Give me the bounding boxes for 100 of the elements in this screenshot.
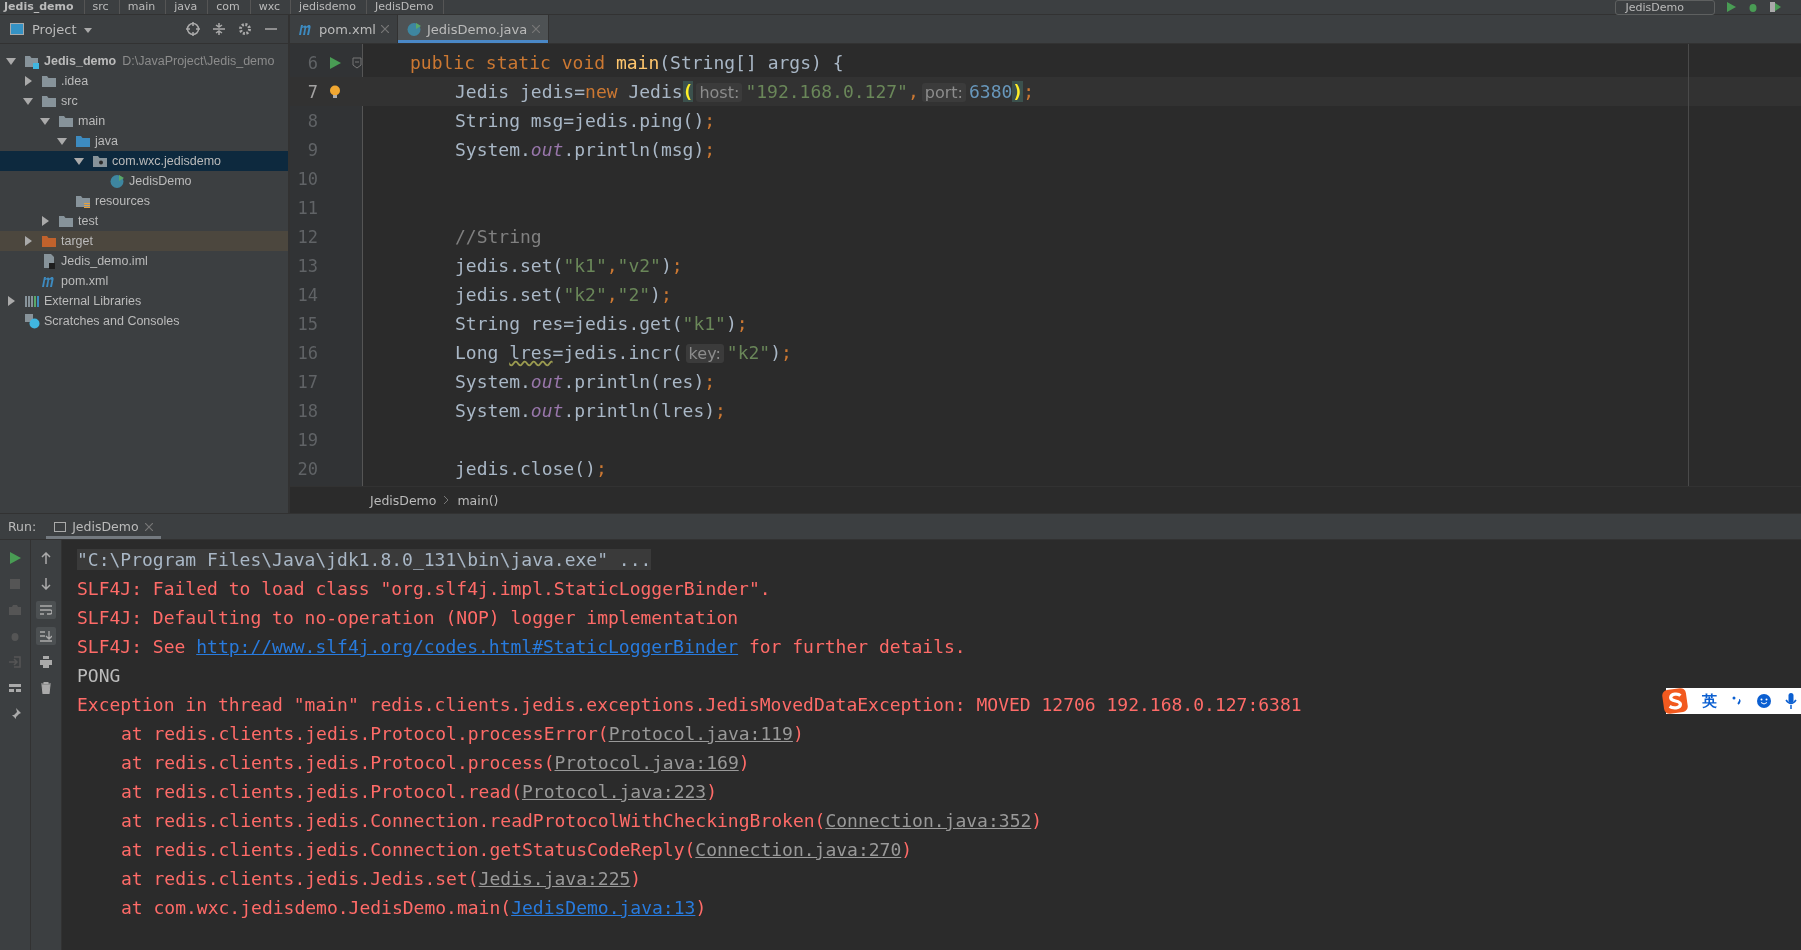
breadcrumb-item[interactable]: JedisDemo: [370, 0, 445, 14]
breadcrumb-item[interactable]: JedisDemo: [370, 492, 437, 508]
folder-icon: [75, 133, 91, 149]
console-line: at redis.clients.jedis.Connection.getStatusCodeReply(Connection.java:270): [120, 838, 913, 862]
console-link[interactable]: Protocol.java:119: [608, 723, 793, 744]
tree-item[interactable]: JedisDemo: [0, 171, 288, 191]
layout-icon[interactable]: [9, 682, 21, 694]
module-icon: [24, 53, 40, 69]
print-icon[interactable]: [40, 656, 52, 668]
project-view-dropdown[interactable]: Project: [32, 21, 93, 37]
breadcrumb-item[interactable]: main: [123, 0, 167, 14]
breadcrumb-item[interactable]: src: [88, 0, 120, 14]
folder-icon: [41, 93, 57, 109]
breadcrumb-item[interactable]: java: [170, 0, 209, 14]
tree-item-label: target: [61, 234, 93, 248]
fold-marker-icon[interactable]: [352, 57, 362, 69]
code-line: String res=jedis.get("k1");: [455, 313, 748, 334]
trash-icon[interactable]: [40, 682, 52, 694]
code-line: jedis.set("k1","v2");: [455, 255, 683, 276]
close-icon[interactable]: [381, 25, 389, 33]
libraries-icon: [24, 293, 40, 309]
run-icon[interactable]: [1725, 1, 1737, 13]
run-icon[interactable]: [329, 56, 341, 69]
console-line: at redis.clients.jedis.Connection.readProtocolWithCheckingBroken(Connection.java:352): [120, 809, 1043, 833]
folder-icon: [58, 213, 74, 229]
tree-item-label: pom.xml: [61, 274, 109, 288]
ime-mode-label[interactable]: 英: [1702, 691, 1717, 711]
emoji-icon[interactable]: [1757, 694, 1771, 708]
file-icon: [41, 253, 57, 269]
console-line: at redis.clients.jedis.Jedis.set(Jedis.java:225): [120, 867, 642, 891]
console-link[interactable]: Jedis.java:225: [478, 868, 631, 889]
breadcrumb-item[interactable]: com: [212, 0, 251, 14]
class-icon: [406, 21, 422, 37]
code-line: jedis.set("k2","2");: [455, 284, 672, 305]
tree-item[interactable]: Jedis_demo.iml: [0, 251, 288, 271]
console-link[interactable]: Protocol.java:169: [554, 752, 739, 773]
collapse-icon[interactable]: [212, 22, 226, 36]
code-line: jedis.close();: [455, 458, 607, 479]
class-icon: [109, 173, 125, 189]
code-line: String msg=jedis.ping();: [455, 110, 716, 131]
microphone-icon[interactable]: [1785, 693, 1797, 709]
tree-item[interactable]: com.wxc.jedisdemo: [0, 151, 288, 171]
tree-item[interactable]: pom.xml: [0, 271, 288, 291]
tree-item[interactable]: target: [0, 231, 288, 251]
tree-item[interactable]: src: [0, 91, 288, 111]
breadcrumb-item[interactable]: Jedis_demo: [0, 0, 85, 14]
settings-icon[interactable]: [238, 22, 252, 36]
console-link[interactable]: JedisDemo.java:13: [511, 897, 696, 918]
coverage-icon[interactable]: [1769, 1, 1781, 13]
caret-icon: [84, 27, 93, 33]
console-link[interactable]: Protocol.java:223: [521, 781, 707, 802]
punctuation-icon[interactable]: [1731, 695, 1743, 707]
arrow-up-icon[interactable]: [40, 552, 52, 564]
console-link[interactable]: http://www.slf4j.org/codes.html#StaticLoggerBinder: [196, 636, 739, 657]
console-line: at redis.clients.jedis.Protocol.processError(Protocol.java:119): [120, 722, 804, 746]
tree-item[interactable]: Scratches and Consoles: [0, 311, 288, 331]
console-line: SLF4J: Failed to load class "org.slf4j.impl.StaticLoggerBinder".: [77, 577, 771, 601]
console-line: at redis.clients.jedis.Protocol.read(Protocol.java:223): [120, 780, 718, 804]
code-line: System.out.println(lres);: [455, 400, 726, 421]
soft-wrap-toggle[interactable]: [36, 601, 56, 619]
tree-item[interactable]: Jedis_demo D:\JavaProject\Jedis_demo: [0, 51, 288, 71]
panel-icon: [10, 23, 24, 35]
tree-item[interactable]: resources: [0, 191, 288, 211]
run-tab[interactable]: JedisDemo: [46, 514, 161, 539]
close-icon[interactable]: [144, 522, 153, 531]
locate-icon[interactable]: [186, 22, 200, 36]
console-line: Exception in thread "main" redis.clients.jedis.exceptions.JedisMovedDataException: MOVED 12706 192.168.0.127:6381: [77, 693, 1302, 717]
rerun-icon[interactable]: [9, 552, 21, 564]
breadcrumb-item[interactable]: main(): [457, 492, 499, 508]
tree-item[interactable]: main: [0, 111, 288, 131]
breadcrumb-item[interactable]: jedisdemo: [295, 0, 367, 14]
console-link[interactable]: Connection.java:352: [825, 810, 1032, 831]
run-configuration-dropdown[interactable]: JedisDemo: [1614, 0, 1715, 15]
lightbulb-icon[interactable]: [329, 84, 341, 99]
wrap-icon: [40, 604, 52, 616]
tree-item[interactable]: .idea: [0, 71, 288, 91]
tree-item-label: Scratches and Consoles: [44, 314, 180, 328]
arrow-down-icon[interactable]: [40, 578, 52, 590]
tree-item-label: JedisDemo: [129, 174, 192, 188]
console-line: PONG: [77, 664, 121, 688]
code-line: System.out.println(msg);: [455, 139, 716, 160]
editor-tab[interactable]: pom.xml: [290, 15, 398, 43]
folder-icon: [58, 113, 74, 129]
expand-arrow-icon[interactable]: [6, 296, 16, 306]
tree-item-label: main: [78, 114, 106, 128]
code-line: public static void main(String[] args) {: [410, 52, 844, 73]
code-line: System.out.println(res);: [455, 371, 716, 392]
folder-icon: [41, 73, 57, 89]
folder-icon: [41, 233, 57, 249]
line-number: 7: [306, 81, 318, 102]
tree-item[interactable]: External Libraries: [0, 291, 288, 311]
editor-tab[interactable]: JedisDemo.java: [398, 15, 550, 43]
tree-item[interactable]: test: [0, 211, 288, 231]
tree-item[interactable]: java: [0, 131, 288, 151]
code-line: Long lres=jedis.incr( key: "k2");: [455, 342, 792, 363]
code-line: //String: [455, 226, 542, 247]
console-link[interactable]: Connection.java:270: [695, 839, 902, 860]
scroll-to-end-toggle[interactable]: [36, 627, 56, 645]
code-line: Jedis jedis=new Jedis( host: "192.168.0.127", port: 6380);: [455, 81, 1034, 102]
breadcrumb-item[interactable]: wxc: [254, 0, 292, 14]
